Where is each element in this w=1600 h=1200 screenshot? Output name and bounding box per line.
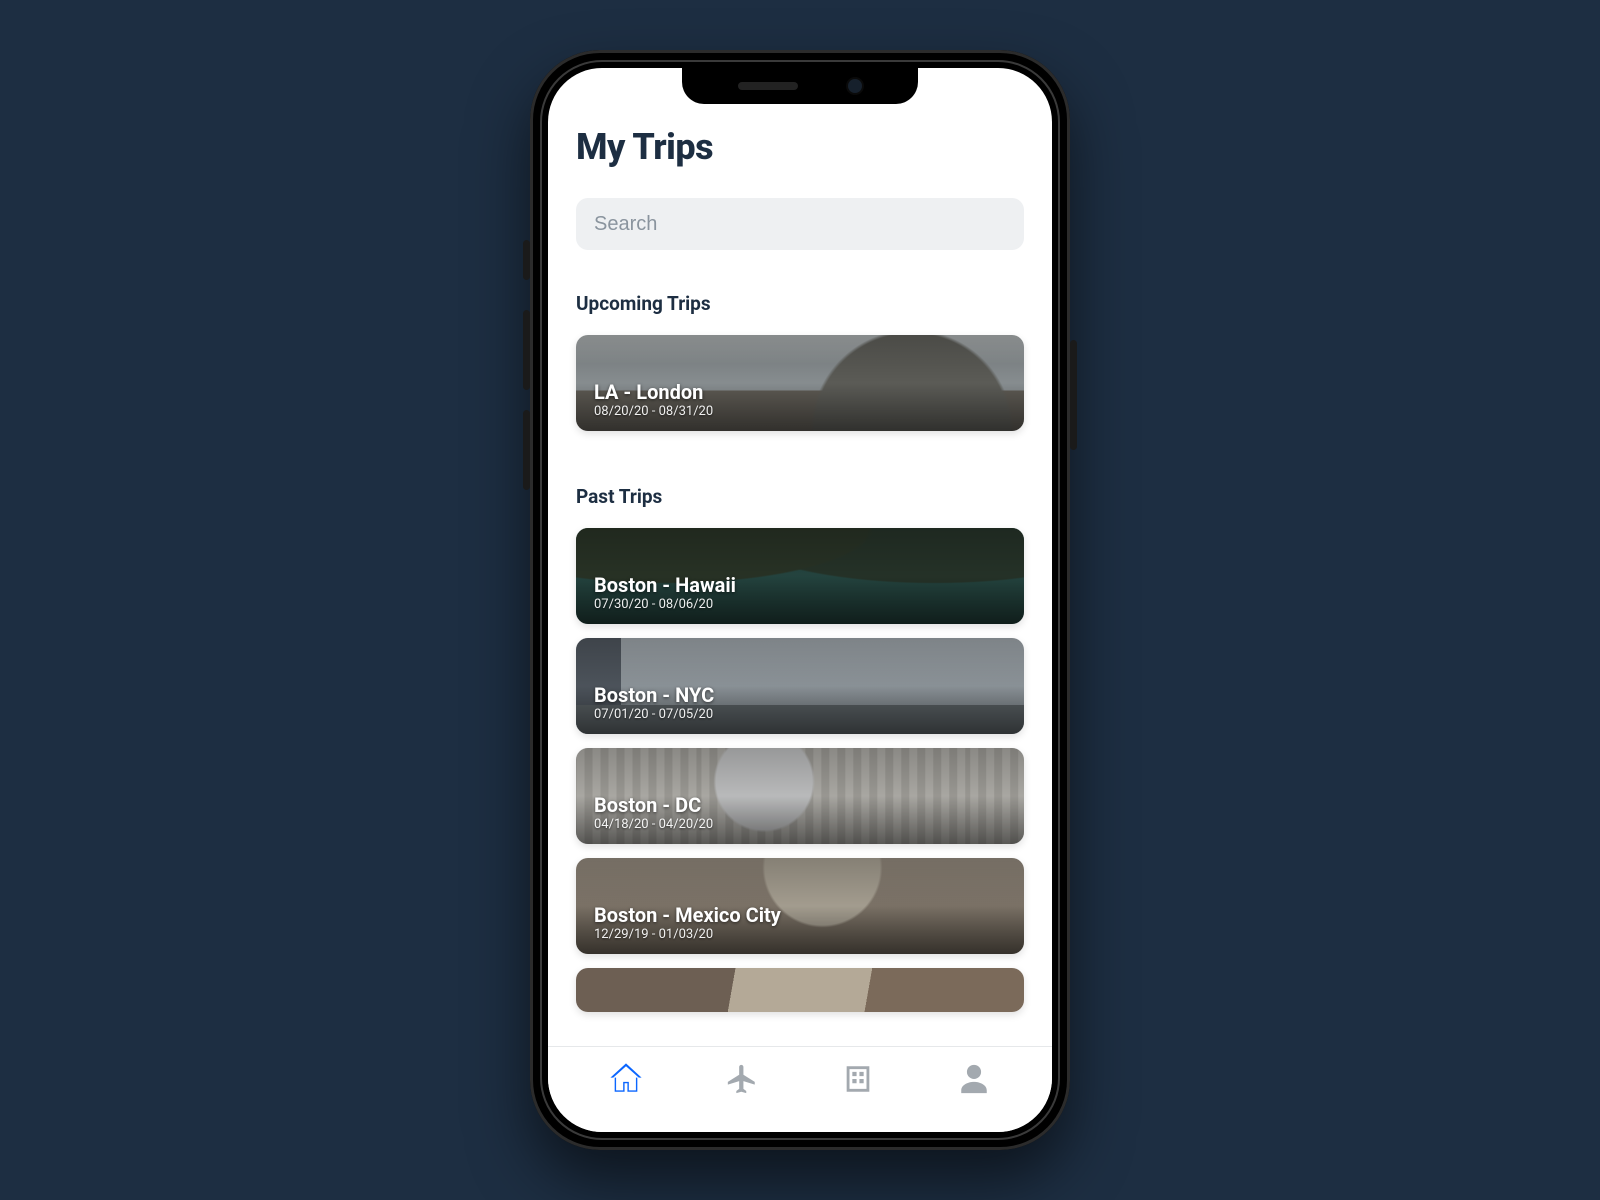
trip-card-boston-mexico-city[interactable]: Boston - Mexico City 12/29/19 - 01/03/20 <box>576 858 1024 954</box>
person-icon <box>957 1062 991 1100</box>
airplane-icon <box>725 1062 759 1100</box>
phone-frame: My Trips Upcoming Trips LA - London 08/2… <box>530 50 1070 1150</box>
trip-title: Boston - NYC <box>594 683 1006 707</box>
building-icon <box>841 1062 875 1100</box>
tab-home[interactable] <box>602 1059 650 1103</box>
trip-title: LA - London <box>594 380 1006 404</box>
trip-title: Boston - DC <box>594 793 1006 817</box>
trip-dates: 12/29/19 - 01/03/20 <box>594 927 1006 942</box>
trip-dates: 07/30/20 - 08/06/20 <box>594 597 1006 612</box>
device-notch <box>682 68 918 104</box>
trip-card-boston-hawaii[interactable]: Boston - Hawaii 07/30/20 - 08/06/20 <box>576 528 1024 624</box>
trip-dates: 07/01/20 - 07/05/20 <box>594 707 1006 722</box>
trip-card-la-london[interactable]: LA - London 08/20/20 - 08/31/20 <box>576 335 1024 431</box>
trip-dates: 08/20/20 - 08/31/20 <box>594 404 1006 419</box>
trip-dates: 04/18/20 - 04/20/20 <box>594 817 1006 832</box>
upcoming-section: Upcoming Trips LA - London 08/20/20 - 08… <box>576 292 1024 431</box>
past-section: Past Trips Boston - Hawaii 07/30/20 - 08… <box>576 485 1024 1012</box>
trip-card-boston-nyc[interactable]: Boston - NYC 07/01/20 - 07/05/20 <box>576 638 1024 734</box>
tab-profile[interactable] <box>950 1059 998 1103</box>
trip-card-cutoff[interactable] <box>576 968 1024 1012</box>
trip-title: Boston - Mexico City <box>594 903 1006 927</box>
tab-bar <box>548 1046 1052 1132</box>
past-heading: Past Trips <box>576 485 1024 508</box>
tab-flights[interactable] <box>718 1059 766 1103</box>
search-input[interactable] <box>576 198 1024 250</box>
home-icon <box>609 1062 643 1100</box>
upcoming-heading: Upcoming Trips <box>576 292 1024 315</box>
screen: My Trips Upcoming Trips LA - London 08/2… <box>548 68 1052 1132</box>
trip-card-boston-dc[interactable]: Boston - DC 04/18/20 - 04/20/20 <box>576 748 1024 844</box>
tab-hotels[interactable] <box>834 1059 882 1103</box>
trip-title: Boston - Hawaii <box>594 573 1006 597</box>
page-title: My Trips <box>576 126 1024 168</box>
content-area: My Trips Upcoming Trips LA - London 08/2… <box>548 68 1052 1046</box>
